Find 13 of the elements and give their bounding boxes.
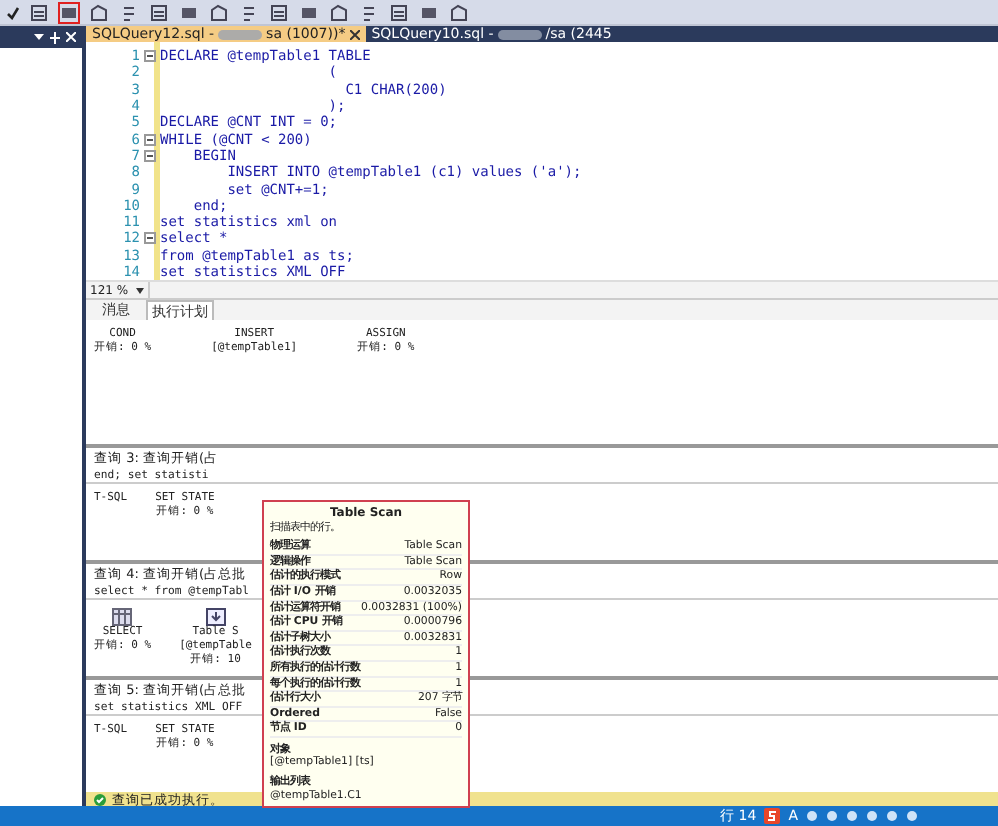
redacted-text (218, 29, 263, 39)
ime-logo-icon[interactable] (764, 808, 781, 824)
collapse-icon[interactable] (144, 232, 156, 245)
table-scan-icon (205, 608, 226, 627)
close-icon[interactable] (349, 29, 360, 39)
collapse-icon[interactable] (144, 133, 156, 146)
redacted-text (497, 29, 542, 39)
dropdown-icon[interactable] (34, 32, 44, 42)
check-icon[interactable] (6, 5, 20, 19)
table-icon (112, 608, 133, 627)
caret-icon (136, 287, 145, 294)
collapse-icon[interactable] (144, 50, 156, 63)
collapse-icon[interactable] (144, 149, 156, 162)
